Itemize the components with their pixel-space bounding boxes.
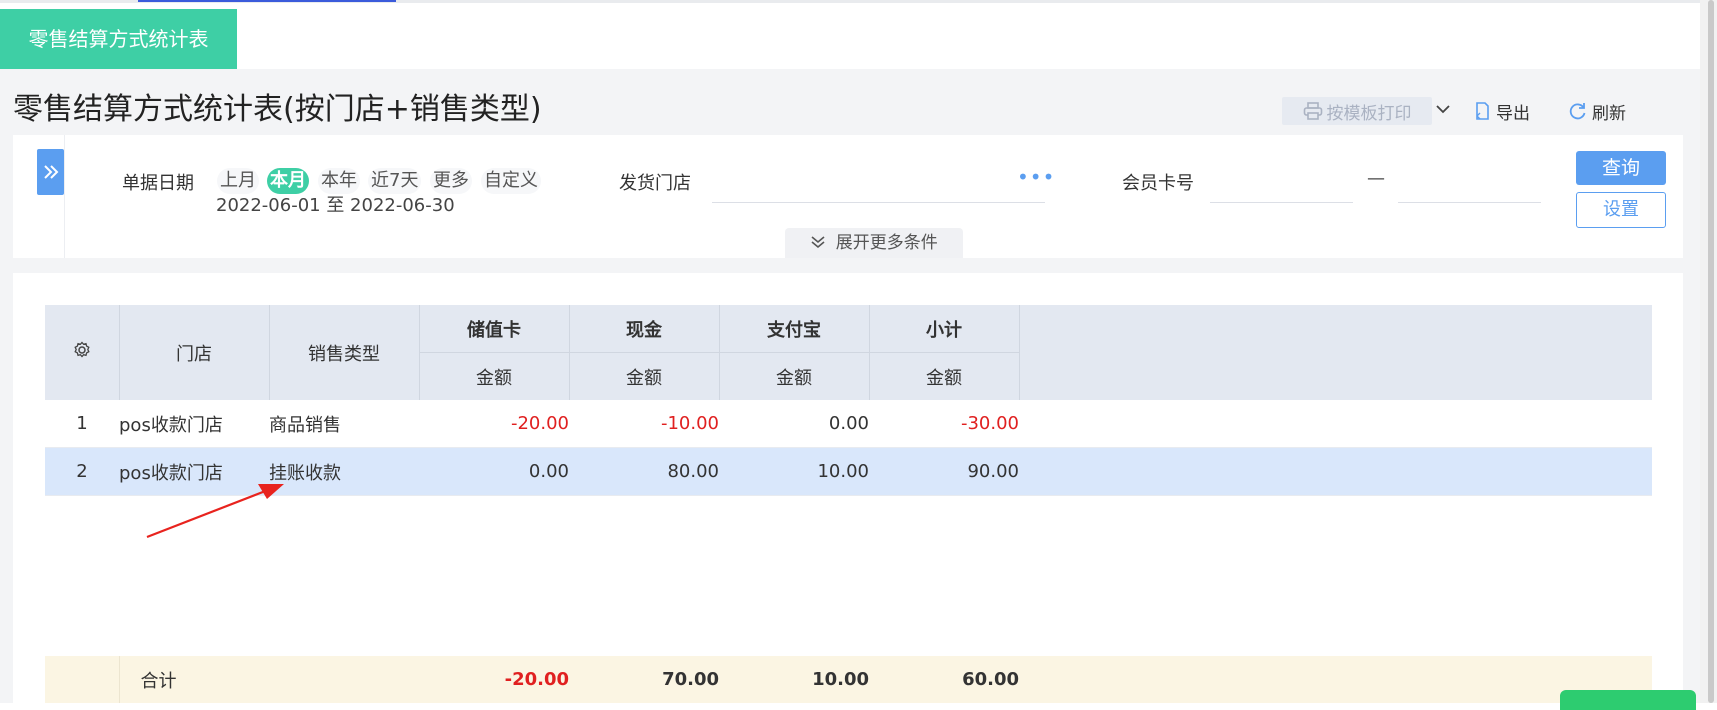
expand-conditions-button[interactable]: 展开更多条件	[785, 228, 963, 258]
panel-divider	[64, 135, 65, 258]
floating-action-button[interactable]	[1560, 690, 1696, 710]
total-alipay: 10.00	[719, 656, 869, 703]
settings-button[interactable]: 设置	[1576, 192, 1666, 228]
print-label: 按模板打印	[1326, 103, 1412, 124]
printer-icon	[1303, 102, 1322, 120]
export-label: 导出	[1496, 103, 1530, 124]
total-filler	[1019, 656, 1652, 703]
cell-stored-value-card: -20.00	[419, 400, 569, 448]
column-group-subtotal[interactable]: 小计	[869, 305, 1020, 353]
row-index: 2	[45, 447, 119, 496]
column-group-stored-value-card[interactable]: 储值卡	[419, 305, 570, 353]
cell-store: pos收款门店	[119, 400, 269, 448]
store-filter-label: 发货门店	[619, 173, 691, 194]
refresh-button[interactable]: 刷新	[1568, 97, 1626, 125]
row-index: 1	[45, 400, 119, 448]
column-group-alipay[interactable]: 支付宝	[719, 305, 870, 353]
store-input[interactable]	[712, 202, 1045, 203]
scrollbar-thumb[interactable]	[1708, 0, 1714, 703]
column-header-store[interactable]: 门店	[119, 305, 270, 400]
column-group-cash[interactable]: 现金	[569, 305, 720, 353]
total-cash: 70.00	[569, 656, 719, 703]
range-separator: —	[1367, 168, 1385, 189]
more-options-icon[interactable]: •••	[1017, 165, 1055, 189]
total-subtotal: 60.00	[869, 656, 1019, 703]
sub-header-amount[interactable]: 金额	[419, 352, 570, 400]
sub-header-amount[interactable]: 金额	[719, 352, 870, 400]
cell-subtotal: -30.00	[869, 400, 1019, 448]
annotation-arrow-icon	[146, 484, 284, 539]
tab-retail-settlement[interactable]: 零售结算方式统计表	[0, 9, 237, 69]
cell-sale-type: 商品销售	[269, 400, 419, 448]
cell-cash: -10.00	[569, 400, 719, 448]
table-row[interactable]: 1 pos收款门店 商品销售 -20.00 -10.00 0.00 -30.00	[45, 400, 1652, 448]
scrollbar[interactable]	[1700, 0, 1717, 703]
cell-cash: 80.00	[569, 447, 719, 496]
expand-conditions-label: 展开更多条件	[835, 233, 938, 253]
row-filler	[1019, 400, 1652, 448]
sub-header-amount[interactable]: 金额	[569, 352, 720, 400]
top-bar-highlight	[138, 0, 396, 2]
member-card-from-input[interactable]	[1210, 202, 1353, 203]
page-title: 零售结算方式统计表(按门店+销售类型)	[13, 92, 542, 127]
total-empty-cell	[269, 656, 419, 703]
refresh-icon	[1569, 103, 1586, 120]
export-icon	[1476, 102, 1489, 120]
refresh-label: 刷新	[1592, 103, 1626, 124]
member-card-label: 会员卡号	[1122, 173, 1194, 194]
row-filler	[1019, 447, 1652, 496]
sub-header-amount[interactable]: 金额	[869, 352, 1020, 400]
tab-bar: 零售结算方式统计表	[0, 3, 1700, 69]
double-chevron-right-icon	[43, 165, 58, 179]
total-row: 合计 -20.00 70.00 10.00 60.00	[45, 656, 1652, 703]
gear-icon[interactable]	[72, 340, 92, 360]
total-index-cell	[45, 656, 120, 703]
export-button[interactable]: 导出	[1472, 97, 1530, 125]
column-settings-cell[interactable]	[45, 305, 120, 400]
date-option-custom[interactable]: 自定义	[481, 168, 541, 194]
header-row-top: 门店 销售类型 储值卡 现金 支付宝 小计	[45, 305, 1652, 400]
date-range-text: 2022-06-01 至 2022-06-30	[216, 195, 455, 216]
print-template-button[interactable]: 按模板打印	[1282, 97, 1432, 125]
cell-stored-value-card: 0.00	[419, 447, 569, 496]
cell-sale-type: 挂账收款	[269, 447, 419, 496]
cell-alipay: 10.00	[719, 447, 869, 496]
total-label: 合计	[119, 656, 269, 703]
query-button[interactable]: 查询	[1576, 151, 1666, 185]
total-stored-value-card: -20.00	[419, 656, 569, 703]
chevron-down-icon[interactable]	[1434, 100, 1452, 122]
double-chevron-down-icon	[811, 236, 825, 249]
member-card-to-input[interactable]	[1398, 202, 1541, 203]
cell-alipay: 0.00	[719, 400, 869, 448]
header-filler	[1019, 305, 1652, 400]
cell-subtotal: 90.00	[869, 447, 1019, 496]
date-filter-label: 单据日期	[122, 173, 194, 194]
column-header-sale-type[interactable]: 销售类型	[269, 305, 420, 400]
collapse-panel-button[interactable]	[37, 149, 64, 195]
